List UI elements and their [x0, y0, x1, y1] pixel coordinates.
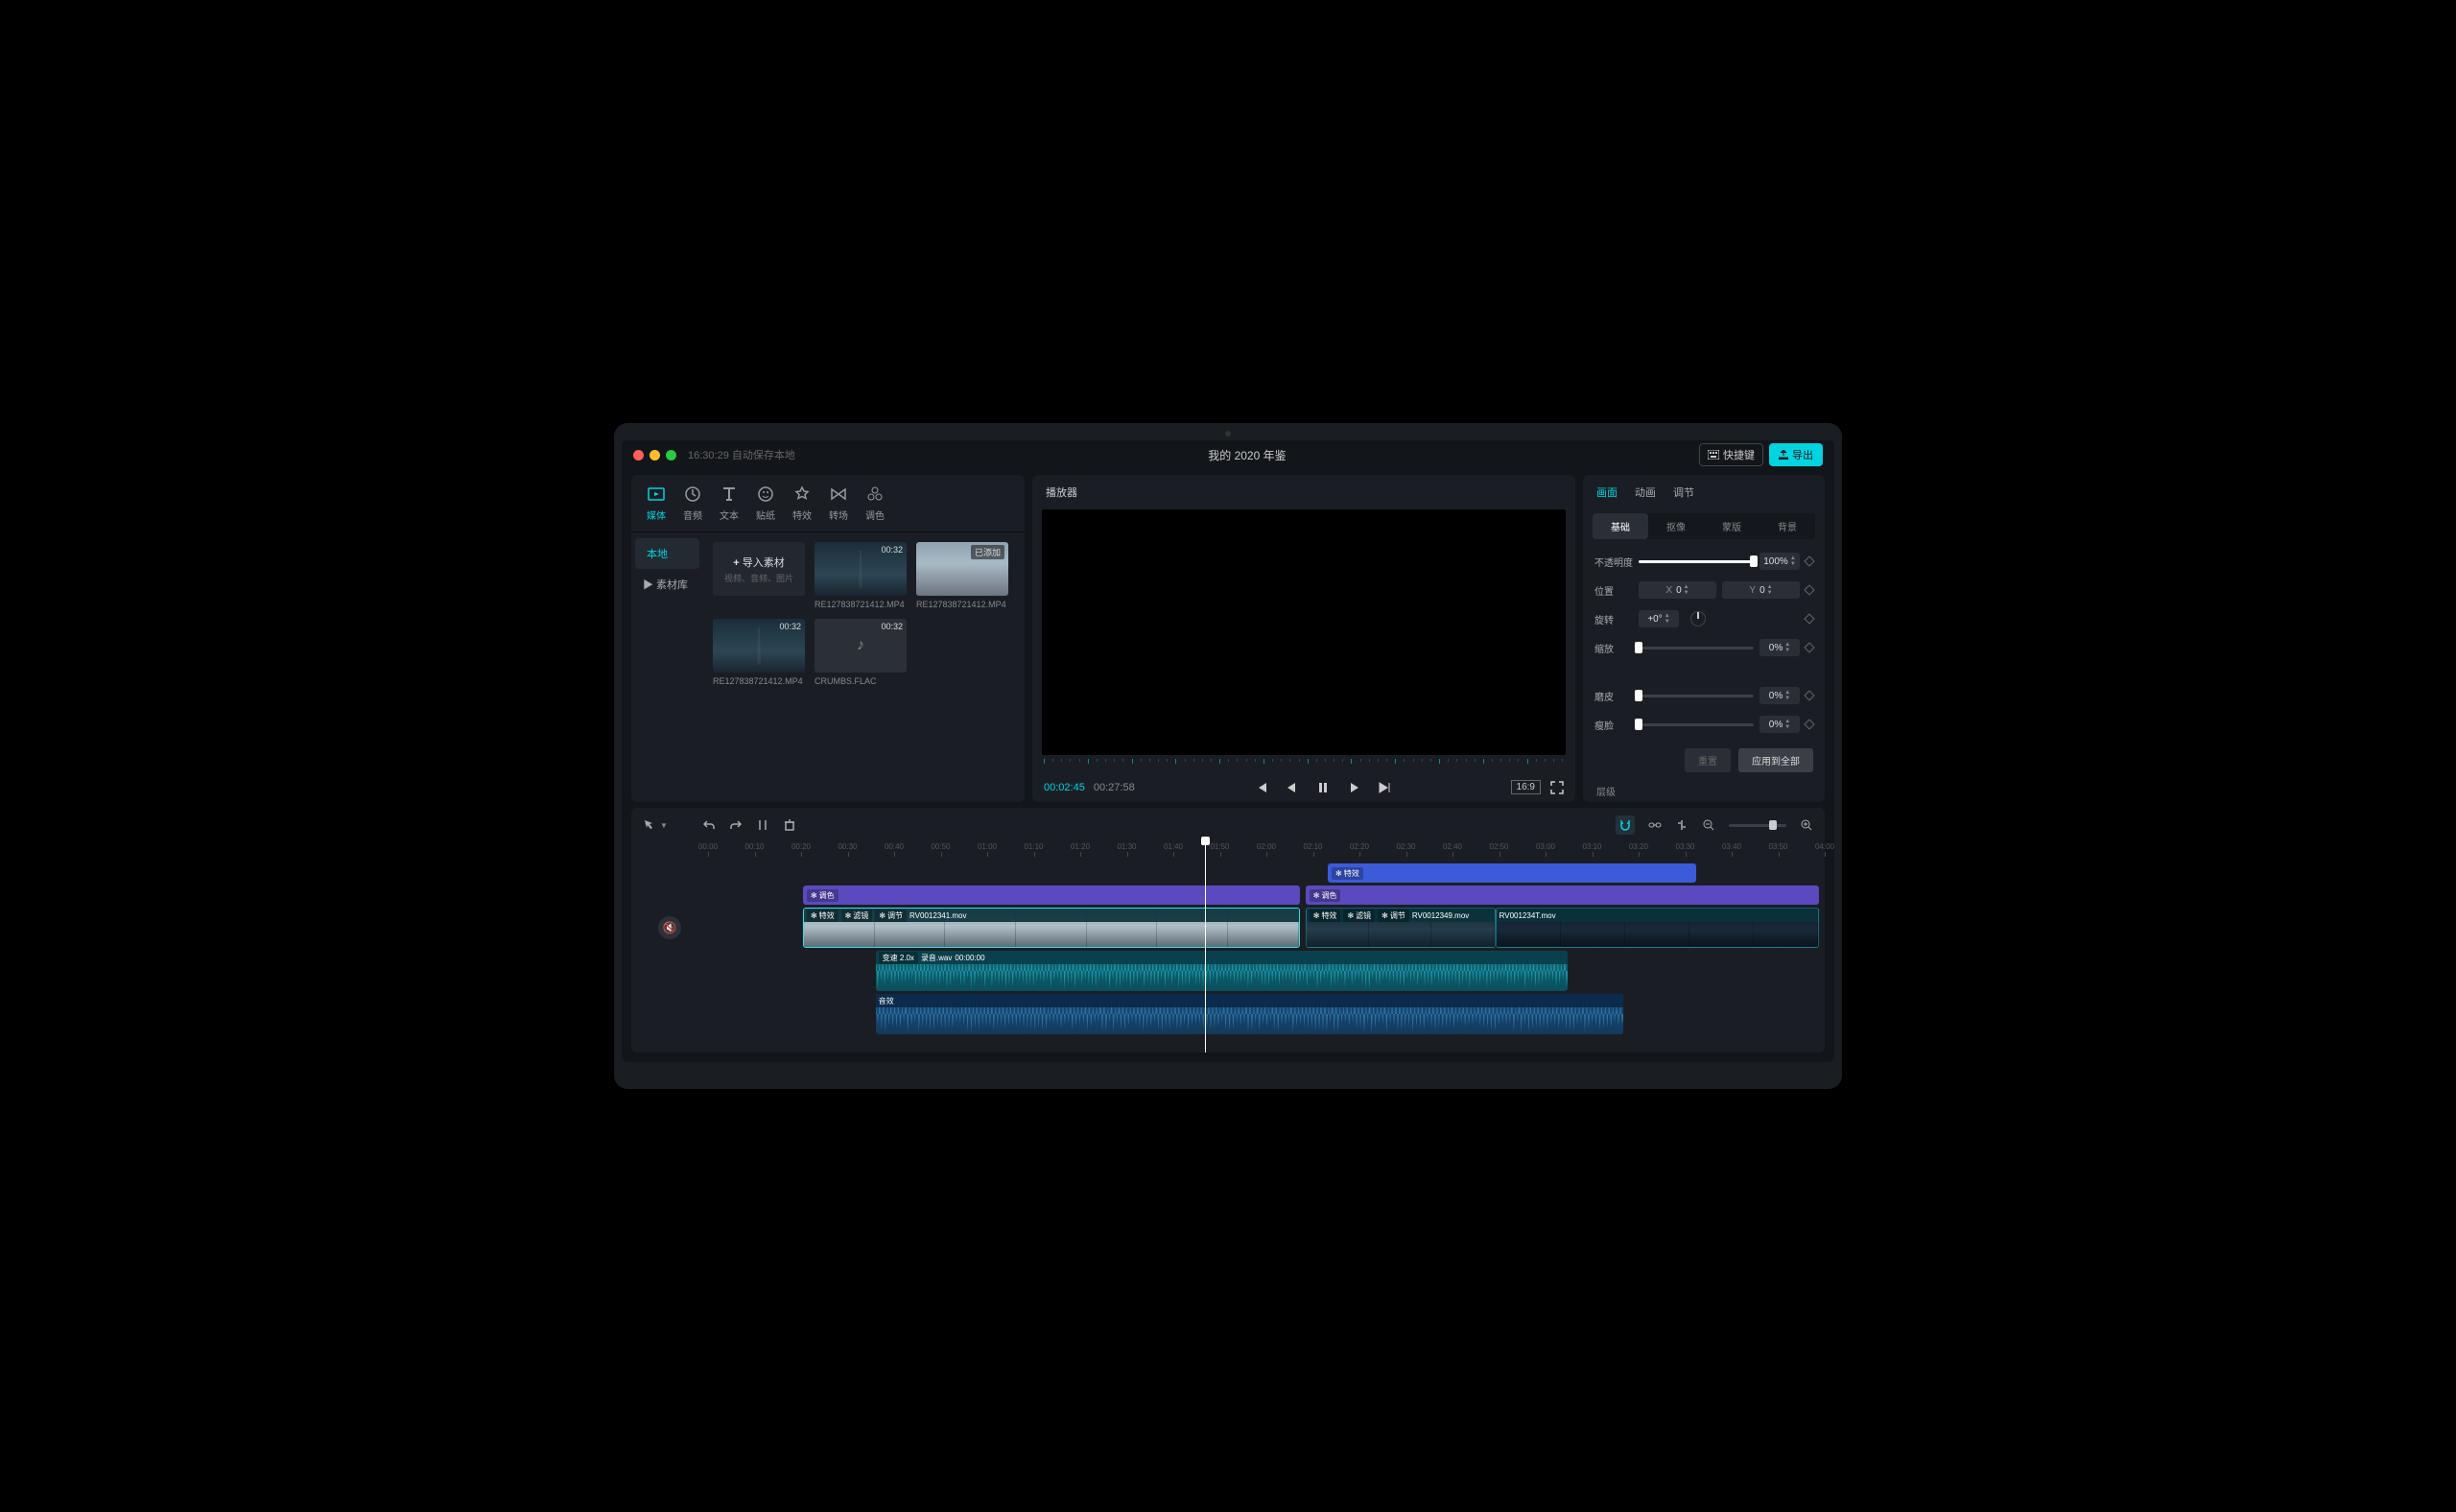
keyframe-icon[interactable] [1804, 690, 1814, 700]
tool-tab-4[interactable]: 特效 [792, 484, 812, 522]
position-y[interactable]: Y0▲▼ [1722, 581, 1800, 599]
window-close[interactable] [633, 450, 644, 461]
video-clip-1[interactable]: ✻ 特效 ✻ 滤镜 ✻ 调节 RV0012341.mov [803, 908, 1300, 948]
undo-icon[interactable] [702, 818, 716, 832]
preview-cut-icon[interactable] [1675, 818, 1688, 832]
preview-scrubber[interactable] [1042, 759, 1566, 772]
timeline-panel: ▼ 00:0000:1000:2000:3000:4000:5001:0001:… [631, 808, 1825, 1052]
goto-end-icon[interactable] [1378, 781, 1391, 794]
color-clip[interactable]: ✻ 调色 [1306, 886, 1819, 905]
tool-tab-6[interactable]: 调色 [865, 484, 885, 522]
media-filename: CRUMBS.FLAC [815, 676, 907, 686]
opacity-slider[interactable] [1639, 560, 1754, 563]
rotation-value[interactable]: +0°▲▼ [1639, 610, 1679, 627]
opacity-row: 不透明度 100%▲▼ [1594, 553, 1813, 570]
scale-slider[interactable] [1639, 647, 1754, 650]
zoom-slider[interactable] [1729, 824, 1786, 827]
position-x[interactable]: X0▲▼ [1639, 581, 1716, 599]
play-pause-icon[interactable] [1316, 781, 1330, 794]
next-frame-icon[interactable] [1347, 781, 1360, 794]
fullscreen-icon[interactable] [1550, 781, 1564, 794]
props-subtab[interactable]: 基础 [1593, 513, 1648, 539]
scale-row: 缩放 0%▲▼ [1594, 639, 1813, 656]
media-item[interactable]: 00:32 [815, 542, 907, 596]
color-clip[interactable]: ✻ 调色 [803, 886, 1300, 905]
video-clip-3[interactable]: RV001234T.mov [1496, 908, 1820, 948]
gear-icon: ✻ 特效 [1332, 867, 1363, 880]
goto-start-icon[interactable] [1255, 781, 1268, 794]
props-tab[interactable]: 调节 [1673, 484, 1694, 500]
select-tool-icon[interactable] [643, 818, 656, 832]
magnet-icon[interactable] [1616, 815, 1635, 835]
media-item[interactable]: ♪00:32 [815, 619, 907, 673]
mute-track-icon[interactable]: 🔇 [658, 916, 681, 939]
video-clip-2[interactable]: ✻ 特效 ✻ 滤镜 ✻ 调节 RV0012349.mov [1306, 908, 1496, 948]
keyframe-icon[interactable] [1804, 719, 1814, 729]
time-total: 00:27:58 [1094, 782, 1135, 793]
export-button[interactable]: 导出 [1769, 443, 1823, 466]
audio-clip-2[interactable]: 音效 [876, 994, 1624, 1034]
shortcuts-button[interactable]: 快捷键 [1699, 443, 1763, 466]
window-maximize[interactable] [666, 450, 676, 461]
smooth-slider[interactable] [1639, 695, 1754, 697]
time-current: 00:02:45 [1044, 782, 1085, 793]
project-title: 我的 2020 年鉴 [795, 447, 1699, 463]
audio-clip-1[interactable]: 变速 2.0x 录音.wav 00:00:00 [876, 951, 1569, 991]
titlebar: 16:30:29 自动保存本地 我的 2020 年鉴 快捷键 导出 [622, 440, 1834, 469]
media-item[interactable]: 已添加 [916, 542, 1008, 596]
preview-viewport[interactable] [1042, 509, 1566, 755]
media-filename: RE127838721412.MP4 [713, 676, 805, 686]
aspect-ratio[interactable]: 16:9 [1511, 780, 1541, 794]
smooth-row: 磨皮 0%▲▼ [1594, 687, 1813, 704]
advanced-section[interactable]: 层级 [1583, 780, 1825, 802]
delete-icon[interactable] [783, 818, 796, 832]
keyframe-icon[interactable] [1804, 555, 1814, 566]
props-subtab[interactable]: 抠像 [1648, 513, 1704, 539]
media-panel: 媒体音频文本贴纸特效转场调色 本地▶ 素材库 + 导入素材视频、音频、图片00:… [631, 475, 1025, 802]
position-row: 位置 X0▲▼ Y0▲▼ [1594, 581, 1813, 599]
split-icon[interactable] [756, 818, 769, 832]
link-icon[interactable] [1648, 818, 1662, 832]
properties-panel: 画面 动画 调节 基础抠像蒙版背景 不透明度 100%▲▼ 位置 X0▲▼ Y0▲▼ [1583, 475, 1825, 802]
smooth-value[interactable]: 0%▲▼ [1759, 687, 1800, 704]
props-subtab[interactable]: 背景 [1759, 513, 1815, 539]
keyframe-icon[interactable] [1804, 613, 1814, 624]
preview-panel: 播放器 00:02:45 00:27:58 [1032, 475, 1575, 802]
slim-row: 瘦脸 0%▲▼ [1594, 716, 1813, 733]
media-sidebar-item[interactable]: ▶ 素材库 [631, 569, 703, 600]
window-minimize[interactable] [649, 450, 660, 461]
opacity-value[interactable]: 100%▲▼ [1759, 553, 1800, 570]
media-filename: RE127838721412.MP4 [916, 600, 1008, 609]
props-tab[interactable]: 动画 [1635, 484, 1656, 500]
scale-value[interactable]: 0%▲▼ [1759, 639, 1800, 656]
media-sidebar-item[interactable]: 本地 [635, 538, 699, 569]
media-filename: RE127838721412.MP4 [815, 600, 907, 609]
import-button[interactable]: + 导入素材视频、音频、图片 [713, 542, 805, 596]
tool-tab-0[interactable]: 媒体 [647, 484, 666, 522]
tool-tab-5[interactable]: 转场 [829, 484, 848, 522]
slim-value[interactable]: 0%▲▼ [1759, 716, 1800, 733]
tool-tab-3[interactable]: 贴纸 [756, 484, 775, 522]
props-tab[interactable]: 画面 [1596, 484, 1618, 500]
zoom-out-icon[interactable] [1702, 818, 1715, 832]
fx-clip[interactable]: ✻ 特效 [1328, 863, 1696, 883]
rotation-row: 旋转 +0°▲▼ [1594, 610, 1813, 627]
slim-slider[interactable] [1639, 723, 1754, 726]
redo-icon[interactable] [729, 818, 743, 832]
autosave-status: 16:30:29 自动保存本地 [688, 447, 795, 462]
rotation-dial[interactable] [1690, 611, 1706, 626]
keyframe-icon[interactable] [1804, 642, 1814, 652]
prev-frame-icon[interactable] [1286, 781, 1299, 794]
props-subtab[interactable]: 蒙版 [1704, 513, 1759, 539]
reset-button[interactable]: 重置 [1685, 748, 1731, 772]
tool-tab-1[interactable]: 音频 [683, 484, 702, 522]
zoom-in-icon[interactable] [1800, 818, 1813, 832]
preview-title: 播放器 [1032, 475, 1575, 509]
keyframe-icon[interactable] [1804, 584, 1814, 595]
apply-all-button[interactable]: 应用到全部 [1738, 748, 1813, 772]
media-item[interactable]: 00:32 [713, 619, 805, 673]
tool-tab-2[interactable]: 文本 [720, 484, 739, 522]
dropdown-icon[interactable]: ▼ [660, 821, 668, 830]
